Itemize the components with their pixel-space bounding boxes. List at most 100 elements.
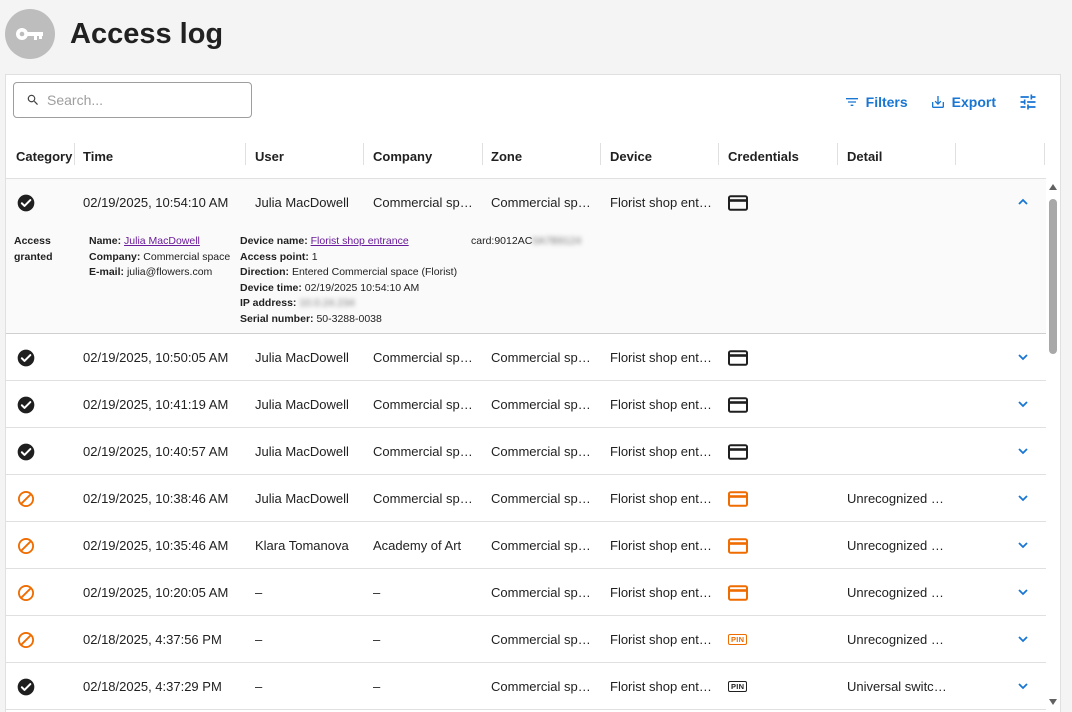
col-device[interactable]: Device (610, 133, 652, 179)
expanded-category: Access granted (14, 235, 53, 263)
table-row[interactable]: 02/18/2025, 4:37:56 PM – – Commercial space… (6, 616, 1046, 663)
export-label: Export (951, 94, 996, 110)
detail-cell: Unrecognized credential (847, 538, 950, 553)
detail-cell: Unrecognized credential (847, 491, 950, 506)
filters-button[interactable]: Filters (844, 94, 908, 110)
check-circle-icon (17, 396, 35, 413)
table-row[interactable]: 02/19/2025, 10:35:46 AM Klara Tomanova Aca… (6, 522, 1046, 569)
user-link[interactable]: Julia MacDowell (124, 235, 200, 247)
zone-cell: Commercial space (491, 585, 594, 600)
table-row[interactable]: 02/19/2025, 10:20:05 AM – – Commercial spac… (6, 569, 1046, 616)
expanded-credential-info: card:9012AC0A7B9124 (471, 235, 582, 247)
column-divider[interactable] (245, 143, 246, 165)
device-cell: Florist shop entrance (610, 538, 713, 553)
status-cell (16, 522, 46, 569)
card-icon (728, 537, 748, 554)
block-icon (18, 490, 34, 507)
export-button[interactable]: Export (930, 94, 996, 110)
chevron-down-icon[interactable] (1016, 585, 1030, 599)
filter-icon (845, 98, 858, 106)
col-time[interactable]: Time (83, 133, 113, 179)
col-credentials[interactable]: Credentials (728, 133, 799, 179)
column-divider[interactable] (955, 143, 956, 165)
zone-cell: Commercial space (491, 679, 594, 694)
device-cell: Florist shop entrance (610, 679, 713, 694)
scroll-thumb[interactable] (1049, 199, 1057, 354)
table-row[interactable]: 02/19/2025, 10:54:10 AM Julia MacDowell Co… (6, 179, 1046, 334)
table-row[interactable]: 02/19/2025, 10:38:46 AM Julia MacDowell Co… (6, 475, 1046, 522)
expanded-device-info: Device name: Florist shop entrance Access… (240, 235, 458, 325)
credential-cell (728, 569, 768, 616)
chevron-down-icon[interactable] (1016, 444, 1030, 458)
column-divider[interactable] (363, 143, 364, 165)
user-cell: Julia MacDowell (255, 350, 349, 365)
block-icon (18, 631, 34, 648)
pin-icon: PIN (728, 634, 748, 645)
credential-cell: PIN (728, 616, 768, 663)
col-category[interactable]: Category (16, 133, 72, 179)
column-divider[interactable] (74, 143, 75, 165)
credential-cell (728, 475, 768, 522)
filters-label: Filters (865, 94, 908, 110)
company-cell: – (373, 679, 381, 694)
credential-cell (728, 381, 768, 428)
device-cell: Florist shop entrance (610, 195, 713, 210)
time-cell: 02/18/2025, 4:37:56 PM (83, 632, 222, 647)
col-zone[interactable]: Zone (491, 133, 522, 179)
user-cell: Klara Tomanova (255, 538, 349, 553)
company-cell: Commercial space (373, 444, 476, 459)
column-divider[interactable] (482, 143, 483, 165)
status-cell (16, 663, 46, 710)
card-icon (728, 490, 748, 507)
zone-cell: Commercial space (491, 195, 594, 210)
scrollbar[interactable] (1046, 179, 1060, 712)
card-icon (728, 349, 748, 366)
search-input[interactable] (47, 92, 237, 108)
table-row[interactable]: 02/19/2025, 10:41:19 AM Julia MacDowell Co… (6, 381, 1046, 428)
toolbar: Filters Export (844, 92, 1044, 112)
device-link[interactable]: Florist shop entrance (311, 235, 409, 247)
column-settings-button[interactable] (1018, 92, 1044, 112)
device-cell: Florist shop entrance (610, 585, 713, 600)
column-divider[interactable] (600, 143, 601, 165)
credential-cell: PIN (728, 663, 768, 710)
chevron-down-icon[interactable] (1016, 397, 1030, 411)
chevron-down-icon[interactable] (1016, 350, 1030, 364)
device-cell: Florist shop entrance (610, 491, 713, 506)
zone-cell: Commercial space (491, 444, 594, 459)
chevron-down-icon[interactable] (1016, 491, 1030, 505)
table-row[interactable]: 02/18/2025, 4:37:29 PM – – Commercial space… (6, 663, 1046, 710)
expanded-user-info: Name: Julia MacDowell Company: Commercial… (89, 235, 231, 278)
table-row[interactable]: 02/19/2025, 10:50:05 AM Julia MacDowell Co… (6, 334, 1046, 381)
check-circle-icon (17, 443, 35, 460)
col-company[interactable]: Company (373, 133, 432, 179)
user-cell: – (255, 585, 263, 600)
column-divider[interactable] (837, 143, 838, 165)
credential-cell (728, 334, 768, 381)
chevron-down-icon[interactable] (1016, 538, 1030, 552)
chevron-down-icon[interactable] (1016, 632, 1030, 646)
status-cell (16, 334, 46, 381)
column-divider[interactable] (718, 143, 719, 165)
block-icon (18, 537, 34, 554)
scroll-up-arrow[interactable] (1049, 184, 1057, 190)
user-cell: – (255, 632, 263, 647)
page-header: Access log (5, 8, 223, 60)
col-detail[interactable]: Detail (847, 133, 882, 179)
column-divider[interactable] (1044, 143, 1045, 165)
zone-cell: Commercial space (491, 538, 594, 553)
card-icon (728, 396, 748, 413)
search-box[interactable] (13, 82, 252, 118)
access-log-card: Filters Export Category Time User Compan… (5, 74, 1061, 712)
user-cell: Julia MacDowell (255, 195, 349, 210)
user-cell: Julia MacDowell (255, 444, 349, 459)
credential-cell (728, 428, 768, 475)
scroll-down-arrow[interactable] (1049, 699, 1057, 705)
status-cell (16, 616, 46, 663)
chevron-up-icon[interactable] (1016, 195, 1030, 209)
col-user[interactable]: User (255, 133, 284, 179)
download-icon (931, 96, 944, 108)
company-cell: Commercial space (373, 397, 476, 412)
table-row[interactable]: 02/19/2025, 10:40:57 AM Julia MacDowell Co… (6, 428, 1046, 475)
chevron-down-icon[interactable] (1016, 679, 1030, 693)
